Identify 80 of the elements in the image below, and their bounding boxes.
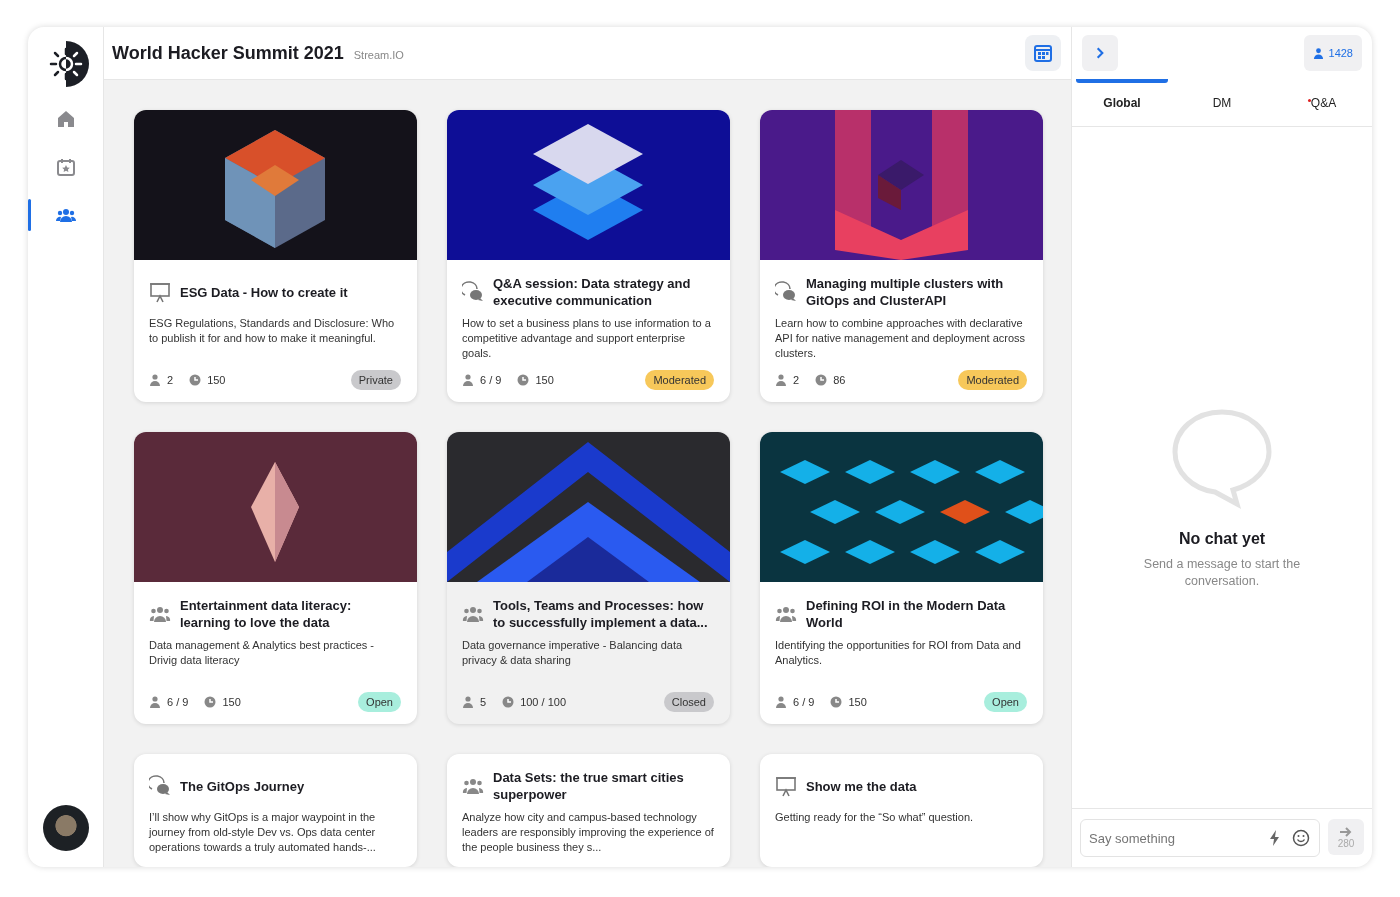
chat-bubbles-icon xyxy=(149,775,171,797)
emoji-icon xyxy=(1292,829,1310,847)
session-card[interactable]: ESG Data - How to create it ESG Regulations, Standards and Disclosure: Who to publish it for and how to make it meaningful. 2 150 Private xyxy=(134,110,417,402)
person-icon xyxy=(462,696,474,708)
calendar-icon xyxy=(1033,43,1053,63)
session-title: Defining ROI in the Modern Data World xyxy=(806,597,1007,631)
duration: 100 / 100 xyxy=(520,696,566,708)
session-card[interactable]: Entertainment data literacy: learning to love the data Data management & Analytics best practices - Drivig data literacy 6 / 9 150 Open xyxy=(134,432,417,724)
session-description: Data management & Analytics best practices - Drivig data literacy xyxy=(149,638,375,668)
session-description: Getting ready for the “So what” question. xyxy=(775,810,975,825)
person-icon xyxy=(775,374,787,386)
event-title: World Hacker Summit 2021 xyxy=(112,42,344,64)
clock-icon xyxy=(517,374,530,386)
session-card[interactable]: Q&A session: Data strategy and executive communication How to set a business plans to use information to a competitive advantage and support enterprise goals. 6 / 9 150 Moderated xyxy=(447,110,730,402)
chat-bubbles-icon xyxy=(775,281,797,303)
session-card[interactable]: Data Sets: the true smart cities superpower Analyze how city and campus-based technology leaders are responsibly improving the experience of the people business they s... xyxy=(447,754,730,867)
session-card[interactable]: Defining ROI in the Modern Data World Identifying the opportunities for ROI from Data and Analytics. 6 / 9 150 Open xyxy=(760,432,1043,724)
event-subtitle: Stream.IO xyxy=(353,49,404,61)
duration: 150 xyxy=(207,374,226,386)
duration: 150 xyxy=(535,374,554,386)
session-description: Analyze how city and campus-based technology leaders are responsibly improving the experience of the people business they s... xyxy=(462,810,714,855)
session-title: Entertainment data literacy: learning to love the data xyxy=(180,597,353,631)
attendee-count: 6 / 9 xyxy=(167,696,189,708)
session-title: Q&A session: Data strategy and executive communication xyxy=(493,275,692,309)
session-description: Identifying the opportunities for ROI from Data and Analytics. xyxy=(775,638,1022,668)
attendee-count: 6 / 9 xyxy=(793,696,815,708)
status-badge: Private xyxy=(350,370,401,390)
online-count-button[interactable]: 1428 xyxy=(1303,35,1362,71)
clock-icon xyxy=(830,696,843,708)
status-badge: Moderated xyxy=(958,370,1027,390)
chat-tab[interactable]: Q&A xyxy=(1272,79,1372,126)
person-icon xyxy=(462,374,474,386)
presentation-board-icon xyxy=(775,775,797,797)
clock-icon xyxy=(815,374,828,386)
calendar-icon xyxy=(55,157,76,177)
session-card[interactable]: The GitOps Journey I’ll show why GitOps is a major waypoint in the journey from old-style Dev vs. Ops data center operations towards a truly automated hands-... xyxy=(134,754,417,867)
session-title: Managing multiple clusters with GitOps and ClusterAPI xyxy=(806,275,1005,309)
clock-icon xyxy=(502,696,515,708)
session-card[interactable]: Show me the data Getting ready for the “So what” question. xyxy=(760,754,1043,867)
clock-icon xyxy=(189,374,202,386)
message-field[interactable]: Say something xyxy=(1080,819,1320,857)
chat-bubbles-icon xyxy=(462,281,484,303)
collapse-button[interactable] xyxy=(1082,35,1118,71)
session-description: Data governance imperative - Balancing data privacy & data sharing xyxy=(462,638,684,668)
session-description: How to set a business plans to use information to a competitive advantage and support enterprise goals. xyxy=(462,316,712,361)
session-description: Learn how to combine approaches with declarative API for native management and deployment across clusters. xyxy=(775,316,1027,361)
arrow-right-icon xyxy=(1339,825,1353,838)
session-card[interactable]: Tools, Teams and Processes: how to successfully implement a data... Data governance imperative - Balancing data privacy & data sharing 5 100 / 100 Closed xyxy=(447,432,730,724)
status-badge: Open xyxy=(358,692,401,712)
calendar-button[interactable] xyxy=(1025,35,1061,71)
person-icon xyxy=(149,374,161,386)
duration: 150 xyxy=(848,696,867,708)
person-icon xyxy=(775,696,787,708)
home-icon xyxy=(55,109,76,129)
attendee-count: 2 xyxy=(793,374,800,386)
chat-tab[interactable]: DM xyxy=(1172,79,1272,126)
duration: 150 xyxy=(222,696,241,708)
session-description: I’ll show why GitOps is a major waypoint in the journey from old-style Dev vs. Ops data center operations towards a truly automated hands-... xyxy=(149,810,377,855)
empty-title: No chat yet xyxy=(1178,529,1266,548)
person-icon xyxy=(1312,47,1324,59)
session-card[interactable]: Managing multiple clusters with GitOps and ClusterAPI Learn how to combine approaches with declarative API for native management and deployment across clusters. 2 86 Moderated xyxy=(760,110,1043,402)
user-avatar[interactable] xyxy=(42,805,89,851)
duration: 86 xyxy=(833,374,846,386)
attendee-count: 2 xyxy=(167,374,174,386)
session-title: ESG Data - How to create it xyxy=(180,283,348,301)
session-title: The GitOps Journey xyxy=(180,777,305,795)
status-badge: Moderated xyxy=(645,370,714,390)
session-title: Show me the data xyxy=(806,777,917,795)
session-title: Tools, Teams and Processes: how to successfully implement a data... xyxy=(493,597,709,631)
person-icon xyxy=(149,696,161,708)
status-badge: Open xyxy=(984,692,1027,712)
chat-tab[interactable]: Global xyxy=(1072,79,1172,126)
attendee-count: 6 / 9 xyxy=(480,374,502,386)
status-badge: Closed xyxy=(663,692,714,712)
session-title: Data Sets: the true smart cities superpower xyxy=(493,769,685,803)
empty-message: Send a message to start the conversation. xyxy=(1142,555,1302,590)
clock-icon xyxy=(204,696,217,708)
presentation-board-icon xyxy=(149,281,171,303)
attendee-count: 5 xyxy=(480,696,487,708)
session-description: ESG Regulations, Standards and Disclosure: Who to publish it for and how to make it meaningful. xyxy=(149,316,396,346)
